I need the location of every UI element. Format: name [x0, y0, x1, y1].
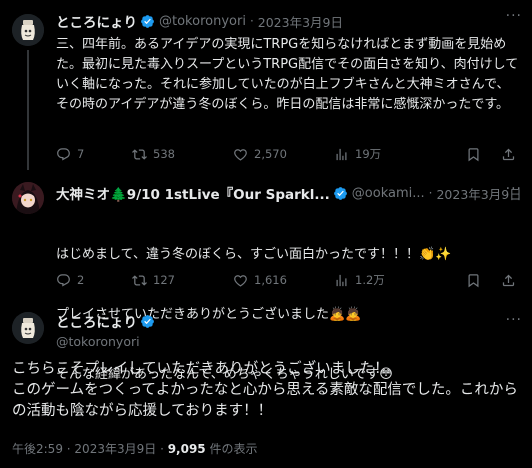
- verified-icon: [333, 186, 347, 200]
- tweet-text-line: はじめまして、違う冬のぼくら、すごい面白かったです！！！👏✨: [56, 247, 452, 262]
- verified-icon: [141, 14, 154, 28]
- separator-dot: ·: [160, 442, 168, 456]
- more-icon[interactable]: ···: [506, 181, 522, 197]
- like-button[interactable]: 2,570: [233, 147, 334, 162]
- verified-icon: [141, 314, 154, 328]
- tweet-text: 三、四年前。あるアイデアの実現にTRPGを知らなければとまず動画を見始めた。最初…: [56, 37, 519, 112]
- retweet-count: 127: [153, 273, 175, 287]
- secondary-actions: [466, 273, 516, 288]
- author-name[interactable]: ところにょり: [56, 311, 137, 331]
- separator-dot: ·: [428, 186, 433, 200]
- tweet-date[interactable]: 2023年3月9日: [258, 12, 343, 31]
- reply-icon: [57, 147, 70, 161]
- like-count: 2,570: [254, 147, 287, 161]
- retweet-button[interactable]: 127: [132, 273, 233, 288]
- avatar[interactable]: [12, 182, 44, 214]
- author-name[interactable]: 大神ミオ🌲9/10 1stLive『Our Sparkl...: [56, 183, 330, 203]
- tweet-header: ところにょり @tokoronyori · 2023年3月9日: [56, 11, 343, 32]
- tweet-header: 大神ミオ🌲9/10 1stLive『Our Sparkl... @ookami.…: [56, 183, 522, 204]
- reply-button[interactable]: 2: [56, 273, 132, 288]
- avatar[interactable]: [12, 312, 44, 344]
- reply-count: 7: [77, 147, 85, 161]
- reply-count: 2: [77, 273, 85, 287]
- reply-button[interactable]: 7: [56, 147, 132, 162]
- tweet-date[interactable]: 2023年3月9日: [74, 442, 156, 456]
- views-icon: [336, 274, 347, 286]
- author-handle[interactable]: @ookami...: [352, 186, 425, 201]
- separator-dot: ·: [249, 14, 254, 28]
- views-icon: [336, 148, 347, 160]
- more-icon[interactable]: ···: [506, 8, 522, 24]
- author-name[interactable]: ところにょり: [56, 11, 137, 31]
- tweet-meta: 午後2:59 · 2023年3月9日 · 9,095 件の表示: [12, 440, 258, 457]
- tweet-time[interactable]: 午後2:59: [12, 442, 63, 456]
- author-handle[interactable]: @tokoronyori: [56, 334, 159, 349]
- share-icon[interactable]: [501, 273, 516, 288]
- like-icon: [234, 148, 247, 161]
- views-button[interactable]: 1.2万: [334, 272, 454, 288]
- thread-connector: [27, 50, 29, 170]
- tweet-actions: 7 538 2,570 19万: [56, 146, 516, 162]
- secondary-actions: [466, 147, 516, 162]
- retweet-icon: [132, 148, 147, 160]
- views-count: 19万: [355, 147, 382, 161]
- bookmark-icon[interactable]: [466, 273, 481, 288]
- retweet-count: 538: [153, 147, 175, 161]
- like-icon: [234, 274, 247, 287]
- retweet-icon: [132, 274, 147, 286]
- like-count: 1,616: [254, 273, 287, 287]
- views-count: 1.2万: [355, 273, 385, 287]
- like-button[interactable]: 1,616: [233, 273, 334, 288]
- tweet-actions: 2 127 1,616 1.2万: [56, 272, 516, 288]
- tweet-2[interactable]: 大神ミオ🌲9/10 1stLive『Our Sparkl... @ookami.…: [0, 175, 532, 382]
- retweet-button[interactable]: 538: [132, 147, 233, 162]
- tweet-1[interactable]: ところにょり @tokoronyori · 2023年3月9日 ··· 三、四年…: [0, 0, 532, 175]
- avatar[interactable]: [12, 14, 44, 46]
- more-icon[interactable]: ···: [506, 312, 522, 328]
- author-handle[interactable]: @tokoronyori: [159, 14, 246, 29]
- main-tweet-header: ところにょり @tokoronyori: [56, 311, 159, 349]
- view-label: 件の表示: [209, 442, 258, 456]
- views-button[interactable]: 19万: [334, 146, 454, 162]
- main-tweet-text: こちらこそプレイしていただきありがとうございました！ このゲームをつくってよかっ…: [12, 361, 518, 419]
- reply-icon: [57, 273, 70, 287]
- share-icon[interactable]: [501, 147, 516, 162]
- view-count: 9,095: [167, 442, 206, 456]
- bookmark-icon[interactable]: [466, 147, 481, 162]
